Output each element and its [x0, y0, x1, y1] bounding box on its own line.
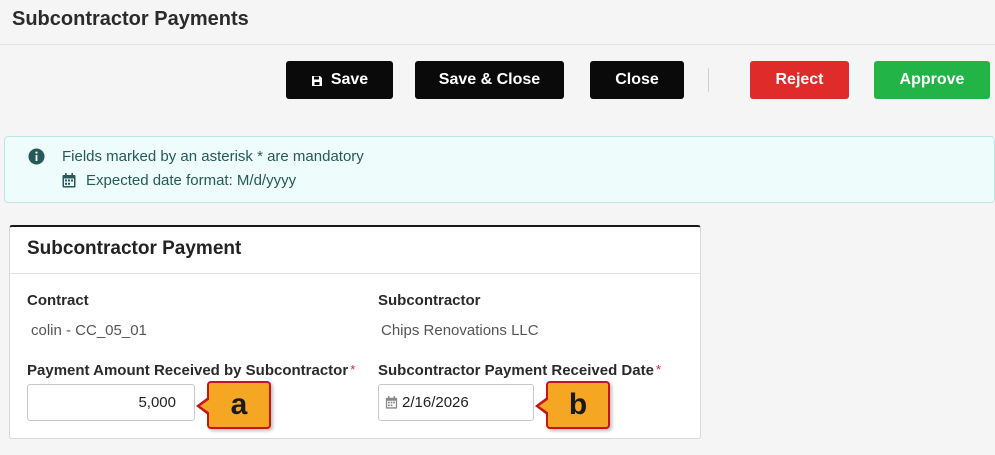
subcontractor-value: Chips Renovations LLC	[381, 322, 539, 339]
info-circle-icon	[26, 146, 46, 166]
contract-value: colin - CC_05_01	[31, 322, 147, 339]
save-button[interactable]: Save	[286, 61, 393, 99]
calendar-icon	[60, 170, 78, 190]
payment-date-label: Subcontractor Payment Received Date *	[378, 362, 661, 379]
contract-label: Contract	[27, 292, 89, 309]
payment-amount-label: Payment Amount Received by Subcontractor…	[27, 362, 355, 379]
floppy-disk-icon	[311, 74, 323, 86]
calendar-icon[interactable]	[385, 396, 398, 409]
page-header: Subcontractor Payments	[0, 0, 995, 45]
payment-amount-input[interactable]: 5,000	[27, 384, 195, 421]
payment-amount-label-text: Payment Amount Received by Subcontractor	[27, 362, 349, 379]
required-marker: *	[655, 362, 661, 377]
close-button[interactable]: Close	[590, 61, 684, 99]
page-title: Subcontractor Payments	[12, 8, 249, 30]
mandatory-notice: Fields marked by an asterisk * are manda…	[26, 146, 364, 166]
payment-date-value: 2/16/2026	[402, 394, 469, 411]
payment-date-label-text: Subcontractor Payment Received Date	[378, 362, 654, 379]
required-marker: *	[350, 362, 356, 377]
mandatory-notice-text: Fields marked by an asterisk * are manda…	[62, 147, 364, 165]
subcontractor-label: Subcontractor	[378, 292, 481, 309]
payment-date-input[interactable]: 2/16/2026	[378, 384, 534, 421]
callout-b: b	[535, 381, 610, 429]
card-header: Subcontractor Payment	[10, 227, 700, 274]
date-format-notice: Expected date format: M/d/yyyy	[26, 170, 296, 190]
card-title: Subcontractor Payment	[27, 238, 242, 259]
approve-button[interactable]: Approve	[874, 61, 990, 99]
toolbar-divider	[708, 68, 709, 92]
reject-button[interactable]: Reject	[750, 61, 849, 99]
callout-a: a	[196, 381, 271, 429]
date-format-text: Expected date format: M/d/yyyy	[86, 171, 297, 189]
save-button-label: Save	[330, 71, 369, 88]
save-close-button[interactable]: Save & Close	[415, 61, 564, 99]
